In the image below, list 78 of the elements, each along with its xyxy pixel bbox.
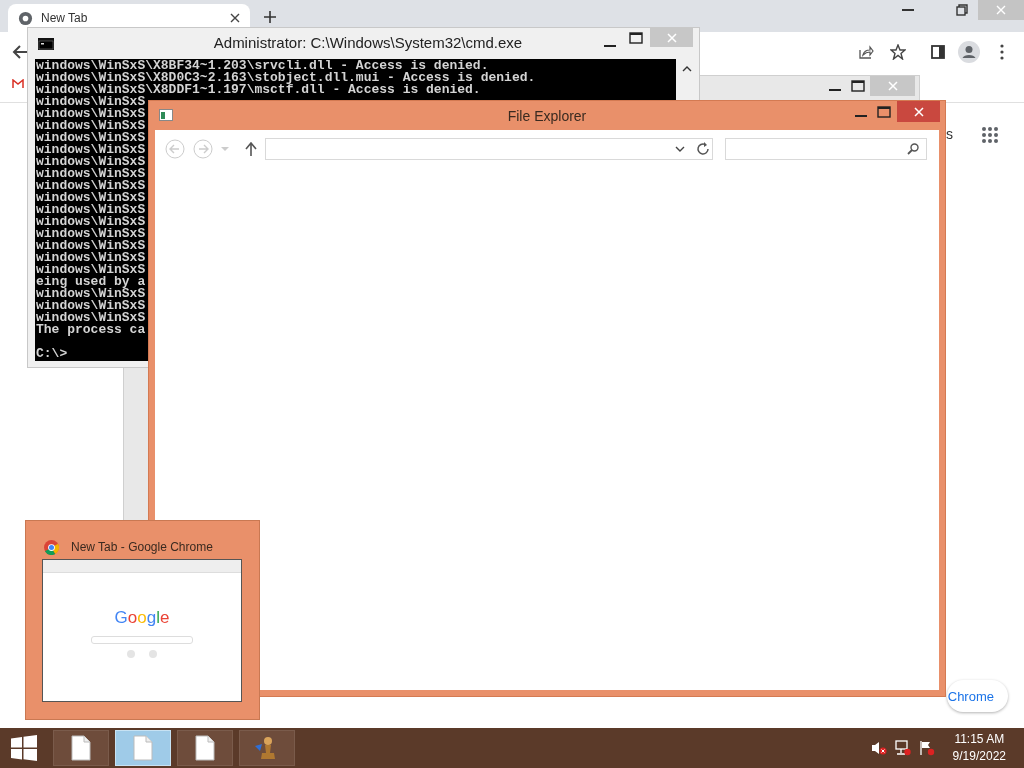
- console-line: windows\WinSxS: [36, 216, 146, 228]
- customize-button[interactable]: Chrome: [947, 680, 1008, 712]
- taskbar-preview[interactable]: New Tab - Google Chrome Google: [25, 520, 260, 720]
- search-icon[interactable]: [907, 143, 919, 155]
- document-icon: [195, 735, 215, 761]
- address-field[interactable]: [265, 138, 713, 160]
- new-tab-icon[interactable]: [264, 11, 276, 23]
- console-line: windows\WinSxS: [36, 96, 146, 108]
- preview-title: New Tab - Google Chrome: [71, 540, 213, 554]
- console-line: windows\WinSxS: [36, 156, 146, 168]
- back-arrow-icon[interactable]: [12, 44, 28, 60]
- minimize-icon[interactable]: [855, 114, 867, 118]
- console-line: windows\WinSxS: [36, 228, 146, 240]
- star-icon[interactable]: [890, 44, 906, 60]
- close-icon[interactable]: [230, 13, 240, 23]
- console-line: windows\WinSxS: [36, 240, 146, 252]
- close-icon: [913, 106, 924, 117]
- shortcut-icon: [149, 650, 157, 658]
- console-line: windows\WinSxS: [36, 180, 146, 192]
- console-prompt[interactable]: C:\>: [36, 348, 68, 360]
- window-title: Administrator: C:\Windows\System32\cmd.exe: [212, 34, 524, 51]
- taskbar-button[interactable]: [53, 730, 109, 766]
- minimize-icon[interactable]: [902, 8, 914, 12]
- console-line: windows\WinSxS: [36, 288, 146, 300]
- maximize-icon[interactable]: [851, 80, 865, 92]
- maximize-icon[interactable]: [629, 32, 643, 44]
- console-line: windows\WinSxS: [36, 108, 146, 120]
- logo-text: Google: [114, 609, 170, 627]
- up-arrow-icon[interactable]: [245, 142, 257, 156]
- avatar-icon[interactable]: [958, 41, 980, 63]
- chevron-down-icon[interactable]: [675, 146, 685, 152]
- flag-icon[interactable]: [918, 740, 935, 756]
- console-line: The process ca: [36, 324, 146, 336]
- apps-grid-icon[interactable]: [981, 126, 999, 144]
- window-title: File Explorer: [506, 108, 588, 124]
- taskbar-button[interactable]: [177, 730, 233, 766]
- console-line: eing used by a: [36, 276, 146, 288]
- maximize-icon[interactable]: [877, 106, 891, 118]
- document-icon: [71, 735, 91, 761]
- clock-date[interactable]: 9/19/2022: [952, 748, 1006, 765]
- restore-icon[interactable]: [956, 4, 968, 16]
- console-icon: [38, 38, 54, 50]
- scroll-up-icon[interactable]: [682, 66, 692, 72]
- console-line: windows\WinSxS: [36, 300, 146, 312]
- console-line: windows\WinSxS: [36, 252, 146, 264]
- network-icon[interactable]: [894, 740, 911, 756]
- link-text[interactable]: s: [946, 126, 953, 142]
- close-icon: [996, 5, 1006, 15]
- minimize-icon[interactable]: [604, 44, 616, 48]
- console-line: windows\WinSxS: [36, 264, 146, 276]
- console-line: windows\WinSxS: [36, 168, 146, 180]
- close-icon: [887, 81, 898, 91]
- chrome-icon: [44, 539, 59, 555]
- side-panel-icon[interactable]: [931, 45, 945, 59]
- document-icon: [133, 735, 153, 761]
- console-line: windows\WinSxS: [36, 312, 146, 324]
- console-line: windows\WinSxS\X8BF34~1.203\srvcli.dll - Access is denied.: [36, 60, 489, 72]
- clock-time[interactable]: 11:15 AM: [954, 731, 1005, 748]
- menu-icon[interactable]: [1000, 44, 1004, 60]
- close-icon: [666, 32, 677, 43]
- folder-window-icon: [159, 109, 173, 121]
- shortcut-icon: [127, 650, 135, 658]
- console-line: windows\WinSxS: [36, 192, 146, 204]
- chrome-icon: [18, 10, 33, 26]
- console-line: windows\WinSxS\X8DDF1~1.197\msctf.dll - Access is denied.: [36, 84, 481, 96]
- console-line: windows\WinSxS: [36, 144, 146, 156]
- refresh-icon[interactable]: [696, 142, 710, 156]
- console-line: windows\WinSxS: [36, 204, 146, 216]
- search-field[interactable]: [725, 138, 927, 160]
- share-icon[interactable]: [858, 44, 874, 60]
- console-line: windows\WinSxS: [36, 132, 146, 144]
- mail-icon[interactable]: [12, 79, 24, 89]
- console-line: windows\WinSxS: [36, 120, 146, 132]
- muted-speaker-icon[interactable]: [870, 740, 887, 756]
- windows-logo-icon[interactable]: [11, 735, 37, 761]
- taskbar-button[interactable]: [239, 730, 295, 766]
- minimize-icon[interactable]: [829, 88, 841, 92]
- console-line: windows\WinSxS\X8D0C3~2.163\stobject.dll.mui - Access is denied.: [36, 72, 536, 84]
